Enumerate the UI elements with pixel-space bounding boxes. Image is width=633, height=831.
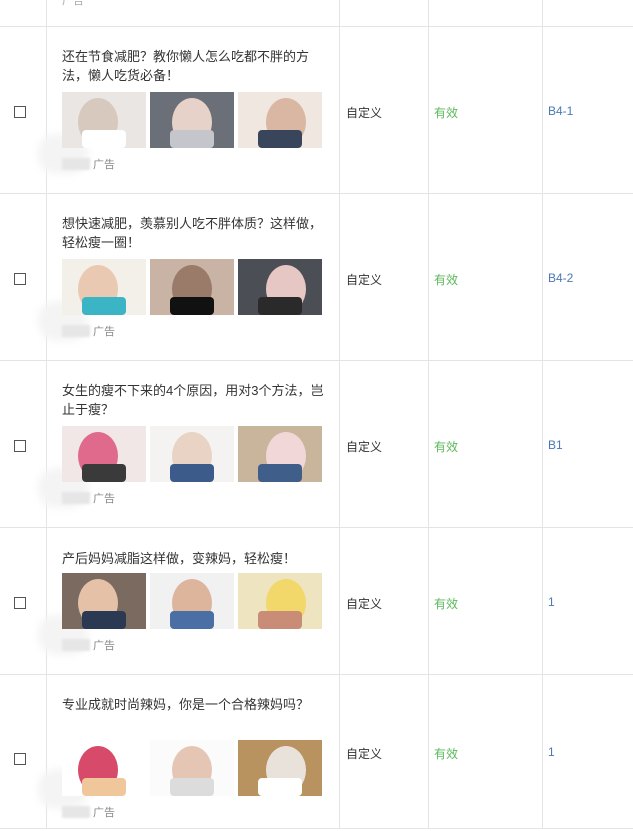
status-badge: 有效: [434, 747, 459, 761]
blurred-source-name: [62, 806, 90, 818]
photo-woman-pink-sports-icon[interactable]: [62, 740, 146, 796]
photo-yoga-woman-icon[interactable]: [238, 573, 322, 629]
row-checkbox[interactable]: [14, 273, 26, 285]
table-row[interactable]: 产后妈妈减脂这样做，变辣妈，轻松瘦！ 广告 自定义 有效 1: [0, 528, 633, 675]
ad-code-link[interactable]: 1: [548, 595, 555, 609]
thumbnail-strip: [62, 259, 322, 315]
ad-label: 广告: [93, 807, 115, 819]
ad-source: 广告: [62, 490, 115, 506]
photo-woman-white-top-icon[interactable]: [150, 92, 234, 148]
ad-type: 自定义: [346, 747, 383, 761]
status-badge: 有效: [434, 273, 459, 287]
status-badge: 有效: [434, 597, 459, 611]
ad-source: 广告: [62, 323, 115, 339]
ad-label: 广告: [62, 0, 84, 7]
ad-label: 广告: [93, 326, 115, 338]
photo-woman-stairs-icon[interactable]: [238, 426, 322, 482]
row-checkbox[interactable]: [14, 753, 26, 765]
thumbnail-strip: [62, 740, 322, 796]
ad-label: 广告: [93, 159, 115, 171]
ad-source: 广告: [62, 804, 115, 820]
photo-woman-selfie-icon[interactable]: [62, 92, 146, 148]
photo-bathroom-scale-icon[interactable]: [238, 740, 322, 796]
ad-title[interactable]: 想快速减肥，羡慕别人吃不胖体质？这样做，轻松瘦一圈！: [62, 214, 324, 252]
ad-title[interactable]: 专业成就时尚辣妈，你是一个合格辣妈吗？: [62, 695, 324, 714]
ad-type: 自定义: [346, 106, 383, 120]
ad-code-link[interactable]: 1: [548, 745, 555, 759]
status-badge: 有效: [434, 440, 459, 454]
photo-crop-top-jeans-icon[interactable]: [150, 426, 234, 482]
ad-type: 自定义: [346, 440, 383, 454]
status-badge: 有效: [434, 106, 459, 120]
blurred-source-name: [62, 158, 90, 170]
ad-code-link[interactable]: B1: [548, 438, 563, 452]
blurred-source-name: [62, 325, 90, 337]
row-checkbox[interactable]: [14, 106, 26, 118]
photo-belly-jeans-icon[interactable]: [62, 573, 146, 629]
ad-title[interactable]: 还在节食减肥？教你懒人怎么吃都不胖的方法，懒人吃货必备！: [62, 47, 324, 85]
blurred-source-name: [62, 639, 90, 651]
row-checkbox[interactable]: [14, 597, 26, 609]
ad-label: 广告: [93, 493, 115, 505]
thumbnail-strip: [62, 426, 322, 482]
ad-title[interactable]: 女生的瘦不下来的4个原因，用对3个方法，岂止于瘦？: [62, 381, 324, 419]
table-row[interactable]: 女生的瘦不下来的4个原因，用对3个方法，岂止于瘦？ 广告 自定义 有效 B1: [0, 361, 633, 528]
ad-title[interactable]: 产后妈妈减脂这样做，变辣妈，轻松瘦！: [62, 549, 324, 568]
ad-type: 自定义: [346, 273, 383, 287]
ad-source: 广告: [62, 637, 115, 653]
ad-code-link[interactable]: B4-1: [548, 104, 573, 118]
photo-waist-jeans-icon[interactable]: [238, 92, 322, 148]
ad-source: 广告: [62, 156, 115, 172]
table-row-partial: 广告: [0, 0, 633, 27]
table-row[interactable]: 专业成就时尚辣妈，你是一个合格辣妈吗？ 广告 自定义 有效 1: [0, 675, 633, 829]
ad-type: 自定义: [346, 597, 383, 611]
photo-belly-tape-icon[interactable]: [150, 573, 234, 629]
ad-code-link[interactable]: B4-2: [548, 271, 573, 285]
photo-woman-gym-icon[interactable]: [238, 259, 322, 315]
photo-pink-sports-bra-icon[interactable]: [62, 426, 146, 482]
photo-abs-sports-bra-icon[interactable]: [150, 259, 234, 315]
row-checkbox[interactable]: [14, 440, 26, 452]
blurred-source-name: [62, 492, 90, 504]
photo-measuring-tape-icon[interactable]: [62, 259, 146, 315]
table-row[interactable]: 还在节食减肥？教你懒人怎么吃都不胖的方法，懒人吃货必备！ 广告 自定义 有效 B4-1: [0, 27, 633, 194]
photo-waist-measure-icon[interactable]: [150, 740, 234, 796]
table-row[interactable]: 想快速减肥，羡慕别人吃不胖体质？这样做，轻松瘦一圈！ 广告 自定义 有效 B4-2: [0, 194, 633, 361]
thumbnail-strip: [62, 92, 322, 148]
ad-label: 广告: [93, 640, 115, 652]
thumbnail-strip: [62, 573, 322, 629]
